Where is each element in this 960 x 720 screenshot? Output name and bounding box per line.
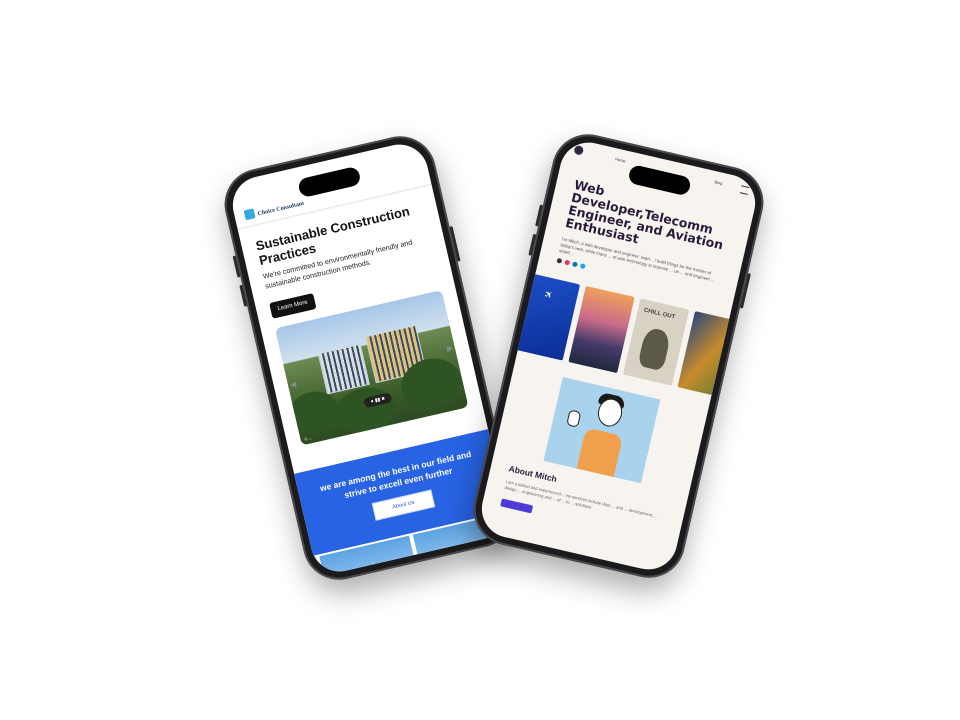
volume-button [535,204,543,227]
chill-out-image[interactable]: CHILL OUT [622,298,690,386]
image-slider[interactable]: ◀ ▶ ● ▮▮ ■ © ... [274,290,469,446]
nav-blog[interactable]: Blog [714,179,723,186]
power-button [449,225,461,262]
slider-prev-icon[interactable]: ◀ [287,379,299,391]
avatar-illustration [543,376,660,484]
right-screen: Home Blog Web Developer,Telecomm Enginee… [476,136,761,576]
waving-hand-icon [565,409,581,428]
linkedin-icon[interactable] [572,261,578,268]
image-credit: © ... [304,435,313,442]
volume-button [232,255,241,278]
chill-out-text: CHILL OUT [643,307,676,321]
learn-more-button[interactable]: Learn More [269,293,317,319]
phone-right: Home Blog Web Developer,Telecomm Enginee… [466,127,771,585]
power-button [739,273,751,309]
logo-icon[interactable] [573,144,585,156]
about-us-button[interactable]: About Us [371,489,436,521]
menu-icon[interactable] [739,185,750,195]
nav-home[interactable]: Home [615,156,627,163]
brand-name[interactable]: Choice Consultant [257,201,305,218]
github-icon[interactable] [556,257,563,264]
painting-image[interactable] [677,311,744,399]
logo-icon[interactable] [243,208,256,221]
twitter-icon[interactable] [579,263,586,270]
volume-button [239,284,248,307]
volume-button [528,233,537,256]
left-screen: Choice Consultant Sustainable Constructi… [227,138,512,578]
building-image [317,343,370,395]
slider-next-icon[interactable]: ▶ [444,343,456,355]
sunset-plane-image[interactable] [568,285,635,374]
monkey-figure [637,326,672,372]
airplane-image[interactable] [513,273,581,361]
tree [284,386,343,438]
instagram-icon[interactable] [564,259,571,266]
services-title: My services [542,560,595,576]
resume-button[interactable] [500,498,534,514]
